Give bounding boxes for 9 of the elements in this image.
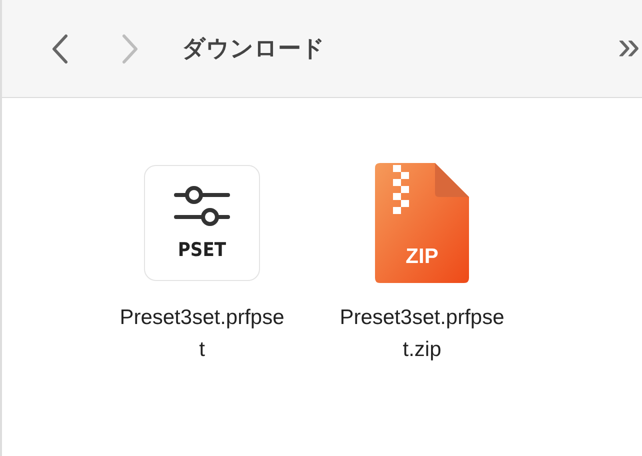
file-name[interactable]: Preset3set.prfpse t [120, 302, 284, 366]
file-type-label: PSET [178, 239, 226, 261]
forward-chevron-icon [120, 32, 140, 64]
back-chevron-icon [50, 32, 70, 64]
window-title: ダウンロード [182, 35, 325, 64]
file-type-label: ZIP [404, 245, 440, 269]
file-name[interactable]: Preset3set.prfpse t.zip [340, 302, 504, 366]
preset-file-icon[interactable]: PSET [144, 165, 260, 281]
overflow-button[interactable]: » [616, 26, 642, 66]
